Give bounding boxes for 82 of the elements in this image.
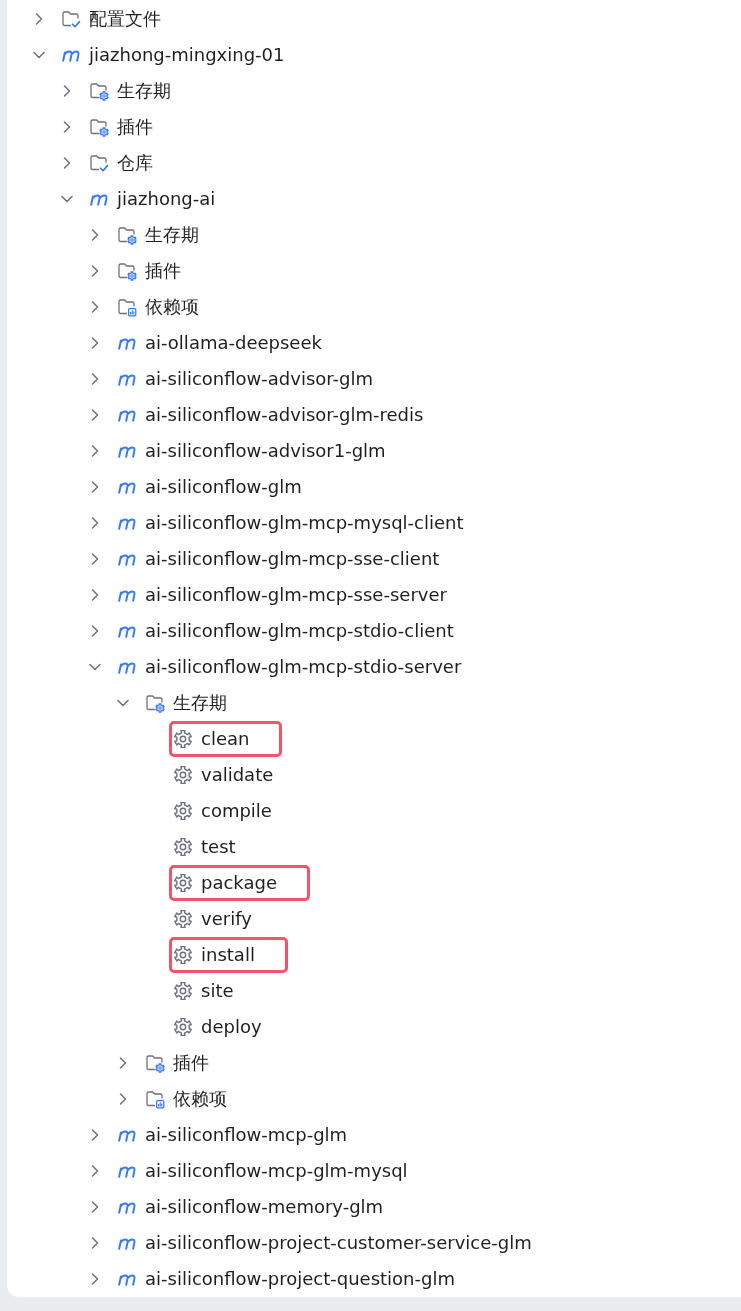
chevron-right-icon[interactable] — [91, 589, 99, 601]
chevron-down-icon[interactable] — [61, 195, 73, 203]
gear-icon — [173, 729, 193, 749]
chevron-right-icon[interactable] — [91, 229, 99, 241]
folder-gear-icon — [145, 1053, 165, 1073]
module-name[interactable]: ai-siliconflow-advisor1-glm — [145, 439, 386, 463]
chevron-right-icon[interactable] — [91, 337, 99, 349]
goal-name[interactable]: site — [201, 979, 234, 1003]
folder-name[interactable]: 生存期 — [117, 79, 171, 103]
module-name[interactable]: ai-siliconflow-glm-mcp-mysql-client — [145, 511, 464, 535]
chevron-down-icon[interactable] — [33, 51, 45, 59]
gear-icon — [173, 909, 193, 929]
folder-name[interactable]: 插件 — [117, 115, 153, 139]
module-name[interactable]: ai-siliconflow-glm-mcp-stdio-server — [145, 655, 462, 679]
folder-name[interactable]: 仓库 — [117, 151, 153, 175]
folder-name[interactable]: 插件 — [145, 259, 181, 283]
gear-icon — [173, 801, 193, 821]
module-name[interactable]: ai-siliconflow-glm — [145, 475, 302, 499]
folder-chart-icon — [145, 1089, 165, 1109]
chevron-right-icon[interactable] — [91, 1273, 99, 1285]
chevron-right-icon[interactable] — [91, 625, 99, 637]
gear-icon — [173, 981, 193, 1001]
module-name[interactable]: jiazhong-ai — [117, 187, 216, 211]
gear-icon — [173, 765, 193, 785]
folder-gear-icon — [89, 117, 109, 137]
module-name[interactable]: ai-siliconflow-advisor-glm-redis — [145, 403, 424, 427]
chevron-right-icon[interactable] — [91, 1201, 99, 1213]
module-name[interactable]: ai-siliconflow-mcp-glm-mysql — [145, 1159, 408, 1183]
chevron-right-icon[interactable] — [91, 445, 99, 457]
gear-icon — [173, 873, 193, 893]
folder-check-icon — [89, 153, 109, 173]
folder-chart-icon — [117, 297, 137, 317]
module-name[interactable]: jiazhong-mingxing-01 — [89, 43, 285, 67]
chevron-right-icon[interactable] — [63, 85, 71, 97]
folder-gear-icon — [117, 225, 137, 245]
goal-name[interactable]: clean — [201, 727, 250, 751]
folder-name[interactable]: 依赖项 — [145, 295, 199, 319]
folder-name[interactable]: 插件 — [173, 1051, 209, 1075]
goal-name[interactable]: install — [201, 943, 255, 967]
chevron-right-icon[interactable] — [91, 481, 99, 493]
chevron-right-icon[interactable] — [91, 517, 99, 529]
goal-name[interactable]: test — [201, 835, 236, 859]
chevron-right-icon[interactable] — [63, 121, 71, 133]
folder-name[interactable]: 依赖项 — [173, 1087, 227, 1111]
gear-icon — [173, 837, 193, 857]
folder-gear-icon — [89, 81, 109, 101]
goal-name[interactable]: validate — [201, 763, 274, 787]
chevron-right-icon[interactable] — [119, 1093, 127, 1105]
goal-name[interactable]: verify — [201, 907, 252, 931]
folder-check-icon — [61, 9, 81, 29]
chevron-right-icon[interactable] — [91, 1165, 99, 1177]
module-name[interactable]: ai-siliconflow-advisor-glm — [145, 367, 373, 391]
module-name[interactable]: ai-siliconflow-mcp-glm — [145, 1123, 348, 1147]
module-name[interactable]: ai-ollama-deepseek — [145, 331, 322, 355]
goal-name[interactable]: package — [201, 871, 277, 895]
chevron-down-icon[interactable] — [117, 699, 129, 707]
module-name[interactable]: ai-siliconflow-memory-glm — [145, 1195, 384, 1219]
module-name[interactable]: ai-siliconflow-glm-mcp-sse-client — [145, 547, 440, 571]
module-name[interactable]: ai-siliconflow-glm-mcp-stdio-client — [145, 619, 454, 643]
chevron-right-icon[interactable] — [91, 1129, 99, 1141]
module-name[interactable]: ai-siliconflow-glm-mcp-sse-server — [145, 583, 447, 607]
gear-icon — [173, 945, 193, 965]
chevron-right-icon[interactable] — [91, 265, 99, 277]
gear-icon — [173, 1017, 193, 1037]
chevron-down-icon[interactable] — [89, 663, 101, 671]
folder-gear-icon — [145, 693, 165, 713]
chevron-right-icon[interactable] — [91, 553, 99, 565]
chevron-right-icon[interactable] — [91, 301, 99, 313]
chevron-right-icon[interactable] — [35, 13, 43, 25]
folder-name[interactable]: 生存期 — [145, 223, 199, 247]
chevron-right-icon[interactable] — [91, 1237, 99, 1249]
chevron-right-icon[interactable] — [91, 373, 99, 385]
goal-name[interactable]: deploy — [201, 1015, 262, 1039]
chevron-right-icon[interactable] — [91, 409, 99, 421]
folder-name[interactable]: 配置文件 — [89, 7, 161, 31]
chevron-right-icon[interactable] — [119, 1057, 127, 1069]
folder-gear-icon — [117, 261, 137, 281]
chevron-right-icon[interactable] — [63, 157, 71, 169]
module-name[interactable]: ai-siliconflow-project-customer-service-glm — [145, 1231, 532, 1255]
module-name[interactable]: ai-siliconflow-project-question-glm — [145, 1267, 455, 1291]
folder-name[interactable]: 生存期 — [173, 691, 227, 715]
goal-name[interactable]: compile — [201, 799, 272, 823]
